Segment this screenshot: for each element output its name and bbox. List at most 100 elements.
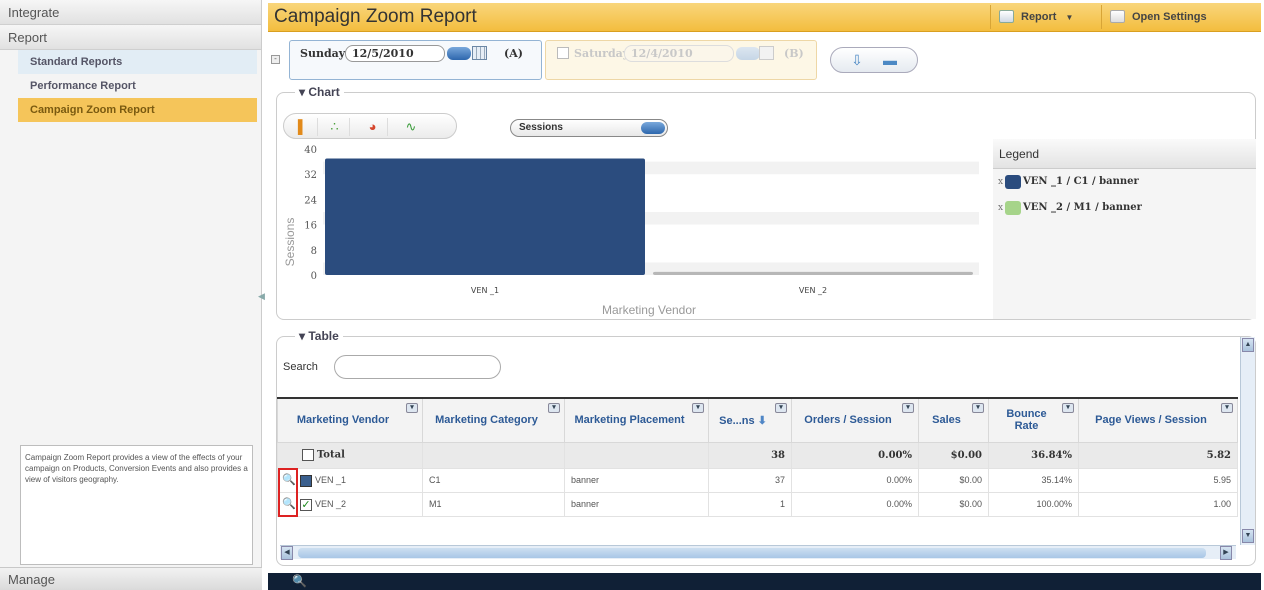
chart-type-toolbar: ▌ ∴ ◕ ∿ — [283, 113, 457, 139]
legend-item[interactable]: x VEN _1 / C1 / banner — [993, 169, 1256, 195]
zoom-icon[interactable]: 🔍 — [292, 574, 307, 588]
chart-panel: ▾ Chart ▌ ∴ ◕ ∿ Sessions 40 32 24 16 8 0 VEN … — [276, 85, 1256, 320]
open-settings-button[interactable]: Open Settings — [1101, 5, 1217, 29]
table-row[interactable]: 🔍 ✓ VEN _2 M1 banner 1 0.00% $0.00 100.00%… — [277, 491, 1238, 517]
total-pageviews: 5.82 — [1078, 441, 1238, 469]
date-b-dropdown-icon[interactable] — [736, 47, 760, 60]
legend-swatch — [1005, 175, 1021, 189]
row-checkbox[interactable] — [300, 474, 312, 487]
bar-chart-icon[interactable]: ▌ — [288, 118, 318, 136]
category-cell: C1 — [422, 467, 565, 493]
column-header-marketing-vendor[interactable]: Marketing Vendor ▾ — [277, 397, 423, 443]
pie-chart-icon[interactable]: ◕ — [358, 118, 388, 136]
table-panel: ▾ Table Search Marketing Vendor ▾ Marketi… — [276, 329, 1256, 566]
filter-icon[interactable]: ▾ — [692, 403, 704, 413]
sidebar-item-performance-report[interactable]: Performance Report — [18, 74, 257, 98]
calendar-icon[interactable] — [759, 46, 774, 60]
sidebar-item-campaign-zoom-report[interactable]: Campaign Zoom Report — [18, 98, 257, 122]
vendor-cell: 🔍 ✓ VEN _2 — [277, 491, 423, 517]
bar-chart: 40 32 24 16 8 0 VEN _1 VEN _2 Sessions Marketi… — [283, 145, 979, 317]
filter-icon[interactable]: ▾ — [1221, 403, 1233, 413]
title-bar: Campaign Zoom Report Report ▼ Open Setti… — [268, 3, 1261, 32]
line-chart-icon[interactable]: ∿ — [396, 118, 426, 136]
scatter-chart-icon[interactable]: ∴ — [320, 118, 350, 136]
download-icon[interactable]: ⇩ — [848, 52, 866, 68]
report-icon — [999, 10, 1014, 23]
chevron-down-icon: ▼ — [1065, 13, 1074, 22]
vendor-cell: 🔍 VEN _1 — [277, 467, 423, 493]
sessions-cell: 1 — [708, 491, 792, 517]
column-header-sales[interactable]: Sales ▾ — [918, 397, 989, 443]
bounce-cell: 100.00% — [988, 491, 1079, 517]
pageviews-cell: 5.95 — [1078, 467, 1238, 493]
sidebar-manage[interactable]: Manage — [0, 567, 262, 590]
sort-descending-icon[interactable]: ⬇ — [758, 415, 767, 427]
calendar-icon[interactable] — [472, 46, 487, 60]
sales-cell: $0.00 — [918, 491, 989, 517]
sidebar-integrate[interactable]: Integrate — [0, 0, 261, 25]
sidebar-item-standard-reports[interactable]: Standard Reports — [18, 50, 257, 74]
total-placement-cell — [564, 441, 709, 469]
horizontal-scrollbar[interactable]: ◀ ▶ — [280, 545, 1236, 560]
compare-date-checkbox[interactable] — [557, 47, 569, 59]
metric-select-value: Sessions — [519, 122, 563, 133]
report-menu-button[interactable]: Report ▼ — [990, 5, 1083, 29]
open-settings-label: Open Settings — [1132, 11, 1207, 23]
column-header-sessions[interactable]: Se...ns ⬇ ▾ — [708, 397, 792, 443]
row-checkbox[interactable]: ✓ — [300, 498, 312, 511]
table-header-row: Marketing Vendor ▾ Marketing Category ▾ Ma… — [277, 397, 1238, 443]
collapse-sidebar-icon[interactable]: ◀ — [258, 291, 265, 302]
date-a-panel: Sunday 12/5/2010 (A) — [289, 40, 542, 80]
filter-icon[interactable]: ▾ — [1062, 403, 1074, 413]
x-axis-title: Marketing Vendor — [602, 303, 696, 317]
y-tick-label: 8 — [311, 246, 317, 257]
column-header-orders-session[interactable]: Orders / Session ▾ — [791, 397, 919, 443]
sidebar-report[interactable]: Report — [0, 25, 261, 50]
scroll-up-icon[interactable]: ▲ — [1242, 338, 1254, 352]
remove-series-icon[interactable]: x — [998, 169, 1003, 195]
total-checkbox[interactable] — [302, 449, 314, 461]
print-icon[interactable]: ▬ — [881, 52, 899, 68]
bottom-toolbar: 🔍 — [268, 573, 1261, 590]
vertical-scrollbar[interactable]: ▲ ▼ — [1240, 337, 1255, 545]
column-header-bounce-rate[interactable]: Bounce Rate ▾ — [988, 397, 1079, 443]
category-cell: M1 — [422, 491, 565, 517]
y-tick-label: 32 — [304, 170, 317, 181]
collapse-dates-button[interactable]: - — [271, 55, 280, 64]
total-sales: $0.00 — [918, 441, 989, 469]
zoom-icons-highlight — [278, 468, 298, 517]
filter-icon[interactable]: ▾ — [406, 403, 418, 413]
scroll-left-icon[interactable]: ◀ — [281, 546, 293, 560]
column-header-marketing-placement[interactable]: Marketing Placement ▾ — [564, 397, 709, 443]
date-a-day: Sunday — [300, 47, 346, 60]
total-sessions: 38 — [708, 441, 792, 469]
column-header-label: Sales — [932, 414, 961, 427]
remove-series-icon[interactable]: x — [998, 195, 1003, 221]
column-header-page-views-session[interactable]: Page Views / Session ▾ — [1078, 397, 1238, 443]
scroll-right-icon[interactable]: ▶ — [1220, 546, 1232, 560]
pageviews-cell: 1.00 — [1078, 491, 1238, 517]
filter-icon[interactable]: ▾ — [972, 403, 984, 413]
legend-swatch — [1005, 201, 1021, 215]
chart-section-label[interactable]: ▾ Chart — [295, 85, 344, 99]
metric-select[interactable]: Sessions — [510, 119, 668, 137]
date-a-field[interactable]: 12/5/2010 — [345, 45, 445, 62]
scroll-down-icon[interactable]: ▼ — [1242, 529, 1254, 543]
date-a-tag: (A) — [504, 47, 523, 60]
table-section-label[interactable]: ▾ Table — [295, 329, 343, 343]
scrollbar-thumb[interactable] — [298, 548, 1206, 558]
x-tick-label: VEN _2 — [799, 286, 827, 295]
date-b-field[interactable]: 12/4/2010 — [624, 45, 734, 62]
column-header-label: Marketing Placement — [574, 414, 685, 427]
search-input[interactable] — [334, 355, 501, 379]
sales-cell: $0.00 — [918, 467, 989, 493]
date-a-dropdown-icon[interactable] — [447, 47, 471, 60]
filter-icon[interactable]: ▾ — [775, 403, 787, 413]
filter-icon[interactable]: ▾ — [902, 403, 914, 413]
table-row[interactable]: 🔍 VEN _1 C1 banner 37 0.00% $0.00 35.14% … — [277, 467, 1238, 493]
legend-item[interactable]: x VEN _2 / M1 / banner — [993, 195, 1256, 221]
filter-icon[interactable]: ▾ — [548, 403, 560, 413]
y-tick-label: 24 — [304, 195, 317, 206]
column-header-marketing-category[interactable]: Marketing Category ▾ — [422, 397, 565, 443]
total-bounce: 36.84% — [988, 441, 1079, 469]
